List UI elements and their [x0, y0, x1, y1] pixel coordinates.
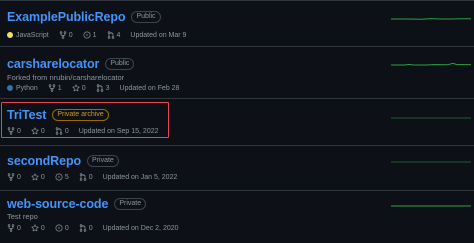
activity-sparkline [391, 62, 471, 66]
language-color-dot [7, 85, 13, 91]
forks-count[interactable]: 0 [7, 173, 21, 181]
star-icon [31, 224, 39, 232]
highlight-box [1, 102, 169, 138]
language-label: Python [16, 84, 38, 92]
divider [0, 98, 474, 99]
issues-count-label: 1 [92, 31, 97, 39]
pull-requests-count[interactable]: 4 [107, 31, 121, 39]
forks-count-label: 1 [57, 84, 62, 92]
repo-name-link[interactable]: web-source-code [7, 197, 108, 211]
activity-sparkline [391, 161, 471, 163]
pull-requests-count[interactable]: 3 [96, 84, 110, 92]
language-color-dot [7, 32, 13, 38]
git-pull-request-icon [107, 31, 114, 39]
updated-date: Updated on Feb 28 [119, 84, 180, 92]
pull-requests-count[interactable]: 0 [79, 224, 93, 232]
stars-count-label: 0 [81, 84, 86, 92]
repo-name-link[interactable]: secondRepo [7, 154, 81, 168]
git-pull-request-icon [79, 224, 86, 232]
pull-requests-count-label: 3 [105, 84, 110, 92]
repo-forked-icon [7, 224, 15, 232]
divider [0, 46, 474, 47]
forks-count-label: 0 [17, 224, 21, 232]
activity-sparkline [391, 205, 471, 207]
issues-count[interactable]: 5 [55, 173, 69, 181]
issue-opened-icon [55, 224, 63, 232]
issues-count-label: 0 [64, 224, 69, 232]
fork-source: Forked from nrubin/carsharelocator [7, 73, 125, 82]
language-label: JavaScript [16, 31, 49, 39]
stars-count[interactable]: 0 [31, 173, 45, 181]
activity-sparkline [391, 18, 471, 20]
forks-count[interactable]: 0 [7, 224, 21, 232]
git-pull-request-icon [79, 173, 86, 181]
issue-opened-icon [83, 31, 91, 39]
git-pull-request-icon [96, 84, 103, 92]
updated-date: Updated on Mar 9 [130, 31, 187, 39]
divider [0, 145, 474, 146]
repo-forked-icon [59, 31, 66, 39]
pull-requests-count-label: 0 [88, 173, 93, 181]
repo-forked-icon [48, 84, 56, 92]
visibility-badge: Public [131, 11, 161, 23]
repo-name-link[interactable]: ExamplePublicRepo [7, 10, 126, 24]
issues-count[interactable]: 0 [55, 224, 69, 232]
activity-sparkline [391, 117, 471, 119]
repo-description: Test repo [7, 212, 38, 221]
visibility-badge: Private [114, 198, 147, 210]
issues-count[interactable]: 1 [83, 31, 97, 39]
issue-opened-icon [55, 173, 63, 181]
repo-name-link[interactable]: carsharelocator [7, 57, 99, 71]
forks-count-label: 0 [17, 173, 21, 181]
stars-count-label: 0 [40, 173, 45, 181]
stars-count-label: 0 [40, 224, 45, 232]
pull-requests-count[interactable]: 0 [79, 173, 93, 181]
repo-forked-icon [7, 173, 15, 181]
divider [0, 190, 474, 191]
star-icon [31, 173, 39, 181]
language: JavaScript [7, 32, 49, 39]
divider [0, 0, 474, 1]
language: Python [7, 85, 38, 92]
pull-requests-count-label: 0 [88, 224, 93, 232]
updated-date: Updated on Jan 5, 2022 [102, 173, 178, 181]
updated-date: Updated on Dec 2, 2020 [102, 224, 179, 232]
pull-requests-count-label: 4 [116, 31, 121, 39]
forks-count-label: 0 [68, 31, 73, 39]
stars-count[interactable]: 0 [31, 224, 45, 232]
visibility-badge: Public [105, 58, 135, 70]
issues-count-label: 5 [64, 173, 69, 181]
visibility-badge: Private [87, 155, 119, 167]
star-icon [72, 84, 80, 92]
stars-count[interactable]: 0 [72, 84, 86, 92]
forks-count[interactable]: 1 [48, 84, 62, 92]
forks-count[interactable]: 0 [59, 31, 73, 39]
